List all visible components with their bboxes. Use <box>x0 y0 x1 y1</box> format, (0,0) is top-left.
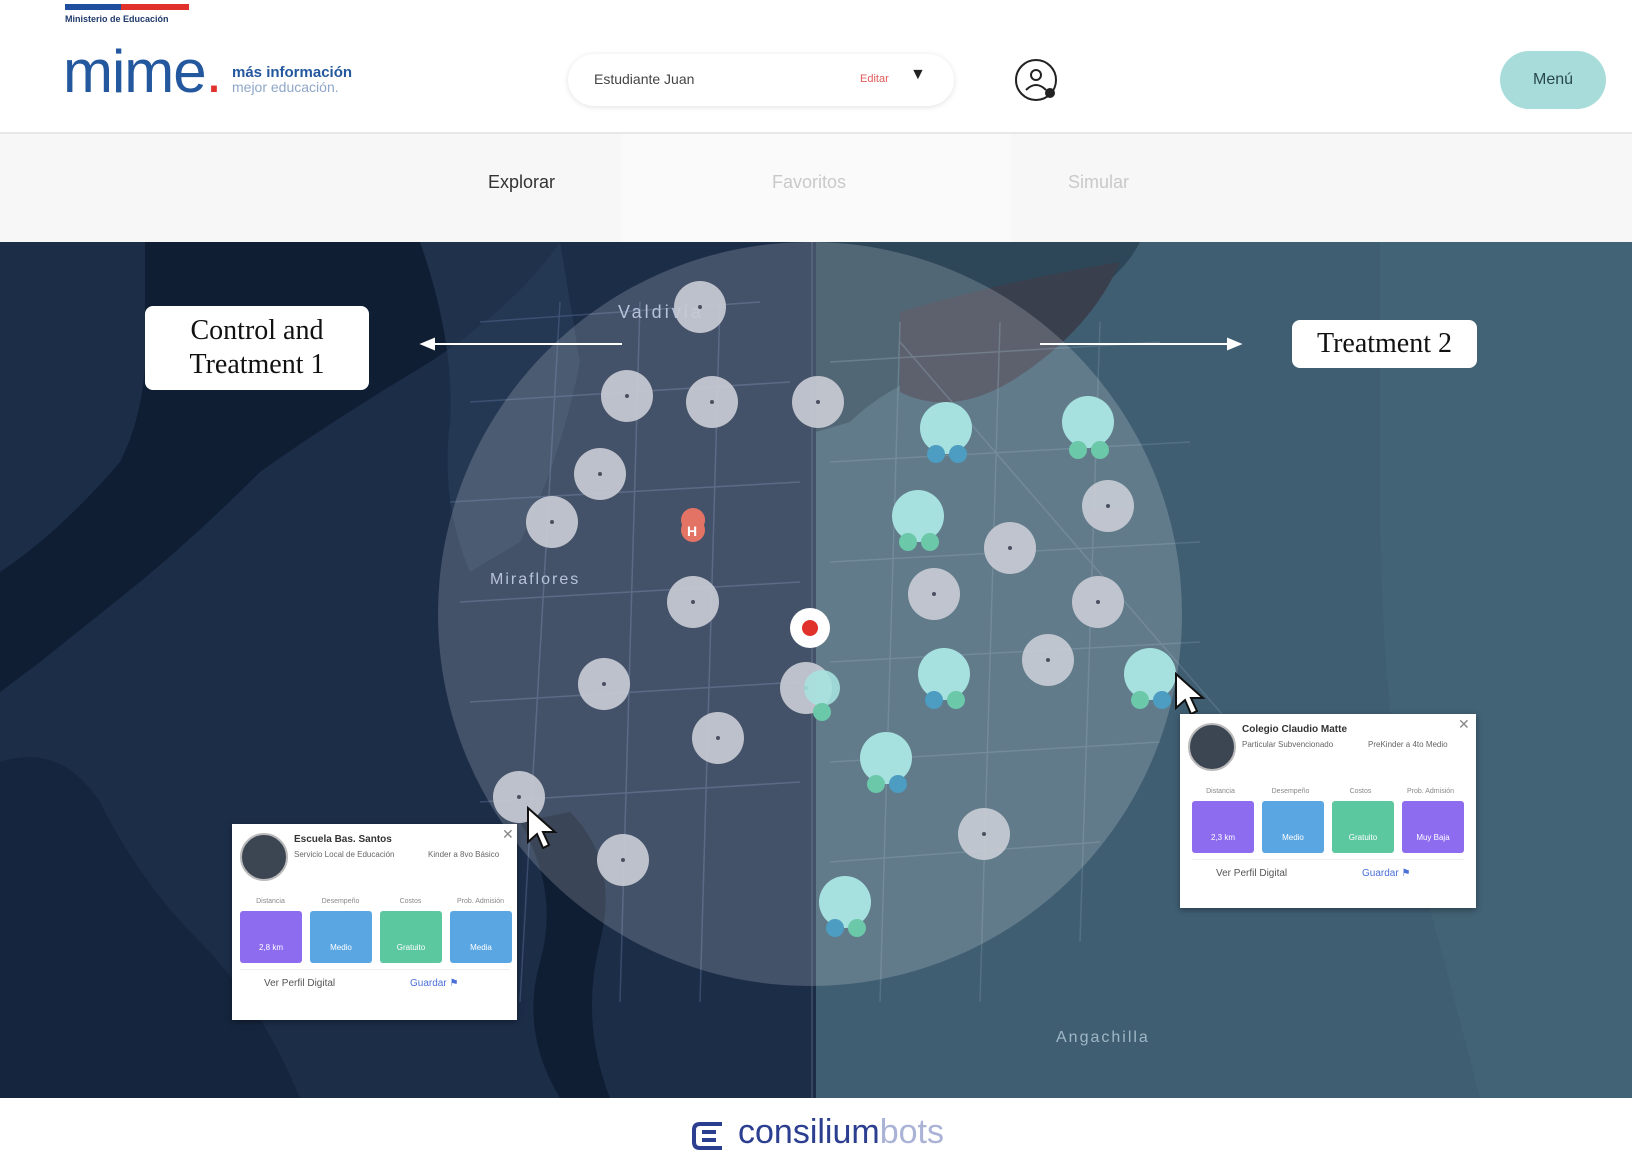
chevron-down-icon[interactable]: ▼ <box>910 66 926 84</box>
annotation-treatment-2: Treatment 2 <box>1292 320 1477 368</box>
metric-header: Prob. Admisión <box>456 898 505 905</box>
metric-tile-cost[interactable]: Gratuito <box>1332 801 1394 853</box>
gov-label: Ministerio de Educación <box>65 14 169 24</box>
metric-header: Desempeño <box>321 898 360 905</box>
school-marker-teal <box>860 732 912 793</box>
view-profile-link[interactable]: Ver Perfil Digital <box>264 978 335 989</box>
school-avatar <box>1188 723 1236 771</box>
menu-button[interactable]: Menú <box>1500 51 1606 109</box>
metric-tile-admission[interactable]: Media <box>450 911 512 963</box>
metric-header: Distancia <box>256 898 285 905</box>
tab-explorar[interactable]: Explorar <box>488 172 555 193</box>
view-profile-link[interactable]: Ver Perfil Digital <box>1216 868 1287 879</box>
school-marker-teal <box>892 490 944 551</box>
school-marker-teal <box>819 876 871 937</box>
annotation-control-treatment-1: Control and Treatment 1 <box>145 306 369 390</box>
school-card-right[interactable]: Colegio Claudio Matte Particular Subvenc… <box>1180 714 1476 908</box>
metric-tile-distance[interactable]: 2,3 km <box>1192 801 1254 853</box>
student-name: Estudiante Juan <box>594 71 695 87</box>
school-dependency: Particular Subvencionado <box>1242 740 1334 749</box>
user-location-marker[interactable] <box>790 608 830 648</box>
consilium-logo-icon <box>692 1122 722 1150</box>
tab-favoritos[interactable]: Favoritos <box>772 172 846 193</box>
metric-tile-performance[interactable]: Medio <box>310 911 372 963</box>
school-card-left[interactable]: Escuela Bas. Santos Servicio Local de Ed… <box>232 824 517 1020</box>
save-button[interactable]: Guardar ⚑ <box>1362 868 1410 879</box>
place-label-miraflores: Miraflores <box>490 571 580 588</box>
mime-logo[interactable]: mime. <box>63 42 222 102</box>
metric-header: Prob. Admisión <box>1406 788 1455 795</box>
metric-tile-distance[interactable]: 2,8 km <box>240 911 302 963</box>
logo-tagline-2: mejor educación. <box>232 79 339 95</box>
school-levels: PreKinder a 4to Medio <box>1368 740 1448 749</box>
metric-header: Desempeño <box>1271 788 1310 795</box>
user-profile-icon[interactable] <box>1014 58 1058 102</box>
tab-simular[interactable]: Simular <box>1068 172 1129 193</box>
school-title: Colegio Claudio Matte <box>1242 724 1347 735</box>
save-button[interactable]: Guardar ⚑ <box>410 978 458 989</box>
school-marker-teal <box>920 402 972 463</box>
metric-tile-cost[interactable]: Gratuito <box>380 911 442 963</box>
school-marker-teal <box>1124 648 1176 709</box>
metric-tile-performance[interactable]: Medio <box>1262 801 1324 853</box>
school-dependency: Servicio Local de Educación <box>294 850 395 859</box>
metric-tile-admission[interactable]: Muy Baja <box>1402 801 1464 853</box>
close-icon[interactable]: ✕ <box>502 826 514 843</box>
school-marker-teal <box>918 648 970 709</box>
metric-header: Costos <box>399 898 422 905</box>
metric-header: Costos <box>1349 788 1372 795</box>
consilium-logo: consiliumbots <box>738 1113 944 1151</box>
student-selector[interactable]: Estudiante Juan Editar ▼ <box>568 54 954 106</box>
close-icon[interactable]: ✕ <box>1458 716 1470 733</box>
metric-header: Distancia <box>1206 788 1235 795</box>
svg-text:H: H <box>687 523 697 539</box>
school-levels: Kinder a 8vo Básico <box>428 850 500 859</box>
school-title: Escuela Bas. Santos <box>294 834 392 845</box>
gov-flag-bar <box>65 4 189 10</box>
place-label-angachilla: Angachilla <box>1056 1029 1150 1046</box>
school-avatar <box>240 833 288 881</box>
edit-student-link[interactable]: Editar <box>860 73 889 85</box>
